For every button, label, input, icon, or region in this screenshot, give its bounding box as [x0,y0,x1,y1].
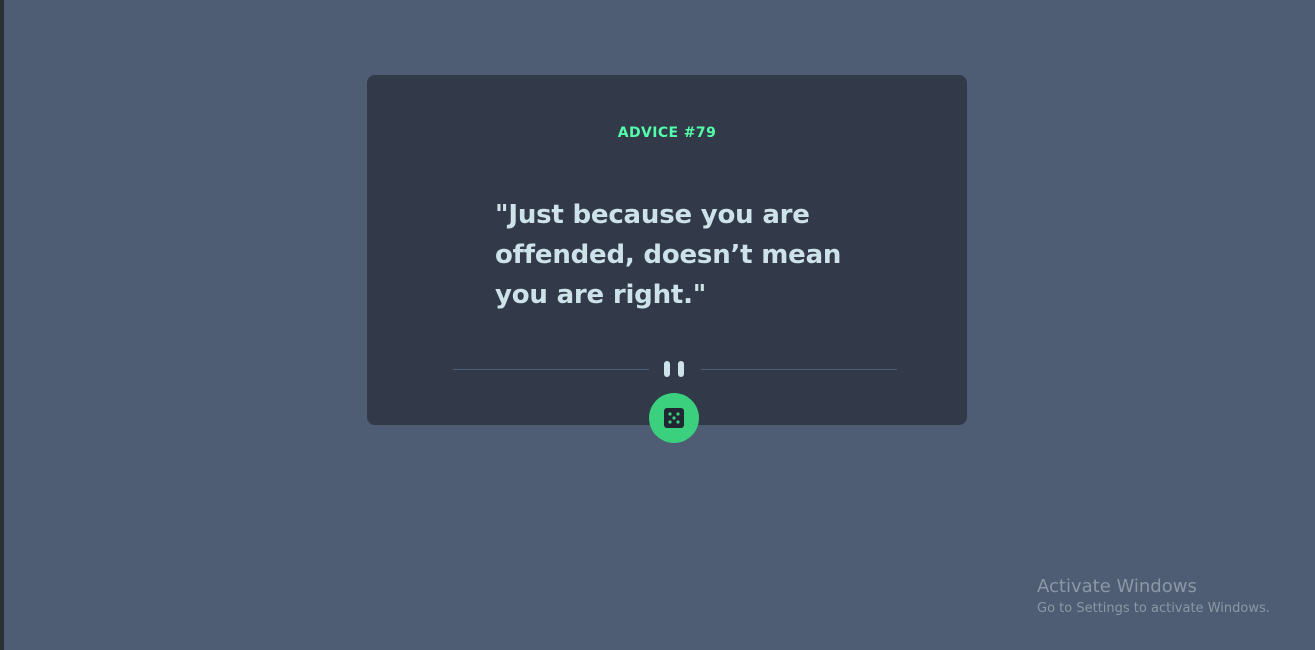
advice-card: ADVICE #79 "Just because you are offende… [367,75,967,443]
pause-icon [664,361,686,377]
advice-id-label: ADVICE #79 [617,125,717,141]
watermark-subtitle: Go to Settings to activate Windows. [1037,601,1270,616]
pattern-divider [453,361,897,377]
watermark-title: Activate Windows [1037,576,1197,597]
activate-windows-watermark: Activate Windows Go to Settings to activ… [1037,576,1270,620]
new-advice-button[interactable] [649,393,699,443]
advice-quote: "Just because you are offended, doesn’t … [495,200,842,310]
divider-line-left [453,369,649,370]
dice-icon [664,408,684,428]
window-left-edge [0,0,4,650]
divider-line-right [701,369,897,370]
